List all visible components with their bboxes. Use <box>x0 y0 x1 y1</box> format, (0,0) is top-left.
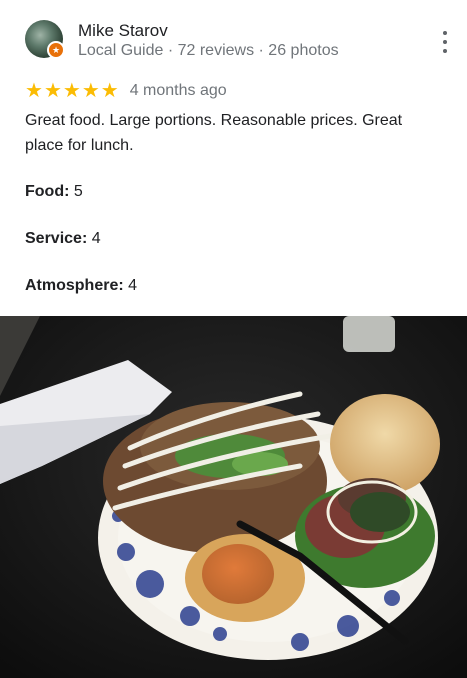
star-icon: ★ <box>81 80 100 102</box>
review-text: Great food. Large portions. Reasonable p… <box>25 112 403 154</box>
attribute-food: Food: 5 <box>25 183 83 201</box>
attribute-value: 4 <box>91 230 101 247</box>
star-icon: ★ <box>25 80 43 102</box>
reviewer-meta[interactable]: Local Guide · 72 reviews · 26 photos <box>78 42 339 60</box>
local-guide-badge-icon: ★ <box>47 41 65 59</box>
review-header: ★ Mike Starov Local Guide · 72 reviews ·… <box>0 0 467 76</box>
star-rating: ★ ★ ★ ★ ★ <box>25 81 119 101</box>
attribute-label: Atmosphere: <box>25 277 124 294</box>
attribute-service: Service: 4 <box>25 230 101 248</box>
attribute-value: 5 <box>73 183 83 200</box>
attribute-atmosphere: Atmosphere: 4 <box>25 277 137 295</box>
more-options-icon[interactable] <box>437 31 453 53</box>
attribute-label: Food: <box>25 183 70 200</box>
reviewer-avatar[interactable]: ★ <box>25 20 65 59</box>
review-date: 4 months ago <box>129 82 227 99</box>
review-photo[interactable] <box>0 316 467 678</box>
attribute-label: Service: <box>25 230 88 247</box>
star-icon: ★ <box>62 80 81 102</box>
star-icon: ★ <box>100 80 119 102</box>
rating-row: ★ ★ ★ ★ ★ 4 months ago <box>25 80 227 102</box>
star-icon: ★ <box>43 80 62 102</box>
reviewer-name[interactable]: Mike Starov <box>78 21 168 41</box>
gyro-plate-photo <box>0 316 467 678</box>
attribute-value: 4 <box>128 277 138 294</box>
